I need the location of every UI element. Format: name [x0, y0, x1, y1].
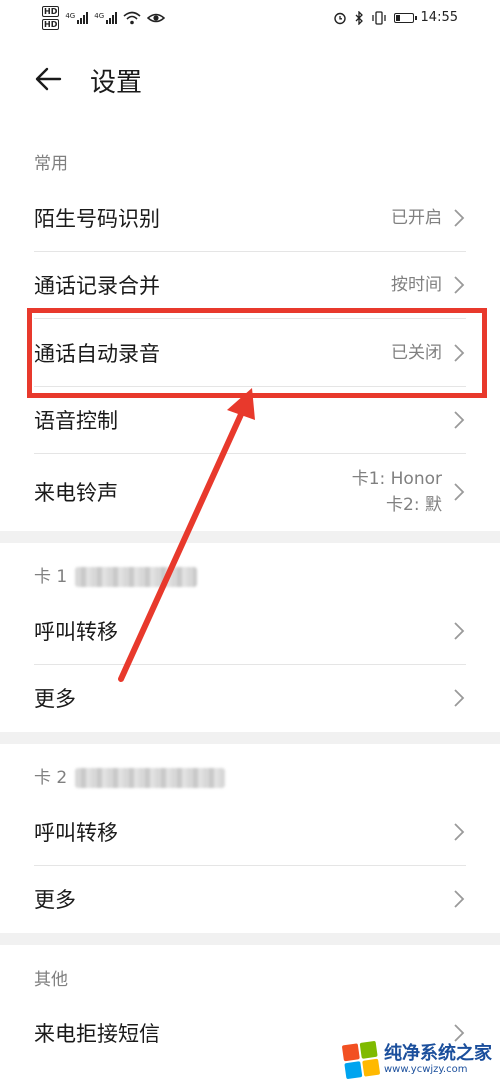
chevron-right-icon: [454, 411, 465, 429]
row-ringtone[interactable]: 来电铃声 卡1: Honor 卡2: 默: [34, 454, 466, 530]
chevron-right-icon: [454, 209, 465, 227]
status-bar: HD HD 4G 4G 14:55: [0, 0, 500, 40]
ringtone-card2: 卡2: 默: [386, 495, 442, 515]
watermark-url: www.ycwjzy.com: [384, 1064, 468, 1075]
section-title-common: 常用: [34, 154, 68, 174]
chevron-right-icon: [454, 1024, 465, 1042]
section-gap: [0, 933, 500, 945]
row-stranger-number[interactable]: 陌生号码识别 已开启: [34, 185, 466, 251]
eye-icon: [147, 13, 166, 23]
wifi-icon: [123, 11, 141, 25]
row-card1-more[interactable]: 更多: [34, 665, 466, 731]
signal-icon-2: 4G: [94, 12, 118, 24]
chevron-right-icon: [454, 483, 465, 501]
row-value: 卡1: Honor 卡2: 默: [352, 466, 442, 518]
row-card2-forwarding[interactable]: 呼叫转移: [34, 799, 466, 865]
row-value: 已开启: [391, 208, 442, 228]
section-title-card1: 卡 1: [34, 562, 198, 587]
chevron-right-icon: [454, 823, 465, 841]
chevron-right-icon: [454, 276, 465, 294]
windows-logo-icon: [341, 1040, 381, 1080]
signal-icon-1: 4G: [65, 12, 89, 24]
section-gap: [0, 732, 500, 744]
row-label: 通话记录合并: [34, 274, 160, 298]
row-label: 呼叫转移: [34, 620, 118, 644]
row-label: 陌生号码识别: [34, 207, 160, 231]
chevron-right-icon: [454, 622, 465, 640]
row-label: 更多: [34, 888, 76, 912]
highlight-box: [27, 308, 487, 398]
watermark-name: 纯净系统之家: [384, 1043, 492, 1064]
bluetooth-icon: [355, 10, 363, 25]
header: 设置: [0, 50, 500, 110]
row-card2-more[interactable]: 更多: [34, 866, 466, 932]
row-label: 来电铃声: [34, 481, 118, 505]
hd-badge-2: HD: [42, 19, 60, 30]
watermark: 纯净系统之家 www.ycwjzy.com: [341, 1040, 492, 1080]
chevron-right-icon: [454, 689, 465, 707]
page-title: 设置: [90, 68, 143, 98]
section-gap: [0, 531, 500, 543]
ringtone-card1: 卡1: Honor: [351, 469, 442, 489]
alarm-icon: [333, 12, 346, 24]
vibrate-icon: [371, 10, 386, 25]
row-card1-forwarding[interactable]: 呼叫转移: [34, 598, 466, 664]
section-title-card2: 卡 2: [34, 763, 226, 788]
redacted-number: [75, 768, 226, 788]
row-value: 按时间: [391, 275, 442, 295]
redacted-number: [75, 567, 198, 587]
back-arrow-icon[interactable]: [34, 64, 64, 94]
chevron-right-icon: [454, 890, 465, 908]
row-label: 呼叫转移: [34, 821, 118, 845]
row-label: 语音控制: [34, 409, 118, 433]
row-label: 更多: [34, 687, 76, 711]
clock: 14:55: [420, 10, 458, 25]
row-label: 来电拒接短信: [34, 1022, 160, 1046]
hd-badge-1: HD: [42, 6, 60, 17]
battery-icon: [393, 12, 417, 23]
section-title-other: 其他: [34, 970, 68, 990]
